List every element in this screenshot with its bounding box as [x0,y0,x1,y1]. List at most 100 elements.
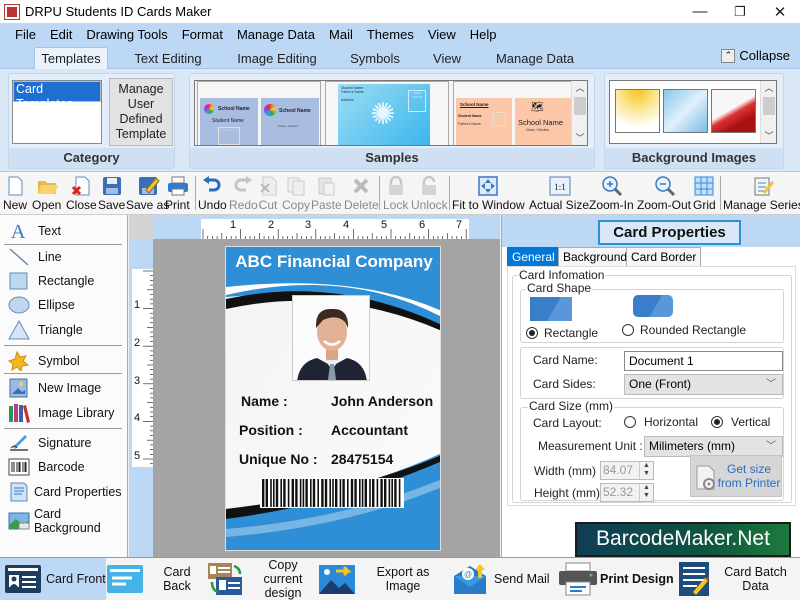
copy-current-design-button[interactable]: Copy current design [206,558,318,600]
tool-new-image[interactable]: New Image [0,376,126,400]
card-batch-data-button[interactable]: Card Batch Data [679,558,800,600]
menu-view[interactable]: View [421,27,463,42]
redo-button[interactable]: Redo [229,174,258,214]
export-as-image-button[interactable]: Export as Image [318,558,446,600]
sample-template-3[interactable]: School Name Student Name Father's Name U… [453,81,573,145]
tool-barcode[interactable]: Barcode [0,455,126,479]
measurement-unit-select[interactable]: Milimeters (mm) ﹀ [644,436,783,457]
save-button[interactable]: Save [98,174,125,214]
tab-templates[interactable]: Templates [34,47,108,69]
background-scrollbar[interactable]: ︿ ﹀ [760,81,776,143]
tool-text[interactable]: A Text [0,219,126,243]
collapse-ribbon-button[interactable]: ⌃ Collapse [721,48,790,63]
card-field-name-label[interactable]: Name : [241,393,288,409]
card-company-title[interactable]: ABC Financial Company [226,252,440,272]
send-mail-button[interactable]: @ Send Mail [452,558,556,600]
manage-series-button[interactable]: Manage Series [723,174,800,214]
tab-general[interactable]: General [507,247,560,266]
scroll-down-icon[interactable]: ﹀ [572,131,587,145]
vertical-radio[interactable] [711,416,723,428]
tool-triangle[interactable]: Triangle [0,318,126,342]
menu-mail[interactable]: Mail [322,27,360,42]
menu-themes[interactable]: Themes [360,27,421,42]
width-spinner[interactable]: 84.07 ▲ ▼ [600,461,654,480]
scroll-thumb[interactable] [574,97,586,115]
scroll-up-icon[interactable]: ︿ [572,81,587,95]
background-thumb-1[interactable] [615,89,660,133]
print-button[interactable]: Print [165,174,190,214]
tool-rectangle[interactable]: Rectangle [0,269,126,293]
tool-line[interactable]: Line [0,245,126,269]
tool-card-properties[interactable]: Card Properties [0,480,126,504]
save-as-button[interactable]: Save as [126,174,169,214]
tab-symbols[interactable]: Symbols [344,47,406,69]
cut-button[interactable]: Cut [258,174,278,214]
card-front-button[interactable]: Card Front [0,558,106,600]
sample-template-1[interactable]: School Name Student Name USER PHOTO Scho… [197,81,321,145]
category-item-card-templates[interactable]: Card Templates [13,81,101,111]
zoom-out-button[interactable]: Zoom-Out [637,174,691,214]
new-button[interactable]: New [3,174,27,214]
tab-view[interactable]: View [426,47,468,69]
tool-symbol[interactable]: Symbol [0,349,126,373]
scroll-down-icon[interactable]: ﹀ [761,129,777,143]
tab-background[interactable]: Background [558,247,633,266]
menu-drawing-tools[interactable]: Drawing Tools [79,27,174,42]
height-spinner[interactable]: 52.32 ▲ ▼ [600,483,654,502]
tool-ellipse[interactable]: Ellipse [0,293,126,317]
sample-template-2[interactable]: Student Name Father's Name Address ✺ USER… [325,81,449,145]
tool-card-background[interactable]: Card Background [0,507,126,535]
card-back-button[interactable]: Card Back [106,558,206,600]
zoom-in-button[interactable]: Zoom-In [589,174,634,214]
lock-button[interactable]: Lock [383,174,408,214]
actual-size-button[interactable]: 1:1 Actual Size [529,174,589,214]
card-field-unique-label[interactable]: Unique No : [239,451,318,467]
copy-button[interactable]: Copy [282,174,310,214]
card-field-unique-value[interactable]: 28475154 [331,451,393,467]
open-button[interactable]: Open [32,174,61,214]
tab-card-border[interactable]: Card Border [626,247,702,266]
grid-button[interactable]: Grid [693,174,716,214]
card-field-position-label[interactable]: Position : [239,422,303,438]
paste-button[interactable]: Paste [311,174,342,214]
card-name-input[interactable]: Document 1 [624,351,783,371]
card-sides-select[interactable]: One (Front) ﹀ [624,374,783,395]
rectangle-shape-preview[interactable] [530,297,572,321]
menu-manage-data[interactable]: Manage Data [230,27,322,42]
scroll-thumb[interactable] [763,97,775,115]
category-list[interactable]: Card Templates User Defined [12,80,102,144]
close-window-button[interactable]: ✕ [760,0,800,23]
background-thumb-2[interactable] [663,89,708,133]
menu-help[interactable]: Help [463,27,504,42]
tool-image-library[interactable]: Image Library [0,401,126,425]
menu-file[interactable]: File [8,27,43,42]
scroll-up-icon[interactable]: ︿ [761,81,777,95]
tab-text-editing[interactable]: Text Editing [128,47,208,69]
horizontal-radio[interactable] [624,416,636,428]
rectangle-radio[interactable] [526,327,538,339]
card-field-name-value[interactable]: John Anderson [331,393,433,409]
manage-user-defined-template-button[interactable]: Manage User Defined Template [109,78,173,146]
employee-photo[interactable] [292,295,370,381]
restore-button[interactable]: ❐ [720,0,760,23]
tab-manage-data[interactable]: Manage Data [492,47,578,69]
menu-edit[interactable]: Edit [43,27,79,42]
spinner-arrows-icon[interactable]: ▲ ▼ [639,484,653,501]
design-canvas[interactable]: 1 2 3 4 5 6 7 1 2 3 4 5 ABC Financial Co… [129,215,500,557]
card-field-position-value[interactable]: Accountant [331,422,408,438]
rounded-rectangle-shape-preview[interactable] [633,295,673,317]
close-button[interactable]: Close [66,174,97,214]
menu-format[interactable]: Format [175,27,230,42]
print-design-button[interactable]: Print Design [558,558,678,600]
spinner-arrows-icon[interactable]: ▲ ▼ [639,462,653,479]
unlock-button[interactable]: Unlock [411,174,448,214]
samples-scrollbar[interactable]: ︿ ﹀ [571,81,587,145]
card-barcode[interactable] [260,478,404,508]
tool-signature[interactable]: Signature [0,431,126,455]
fit-to-window-button[interactable]: Fit to Window [452,174,525,214]
undo-button[interactable]: Undo [198,174,227,214]
tab-image-editing[interactable]: Image Editing [232,47,322,69]
minimize-button[interactable]: — [680,0,720,23]
rounded-rectangle-radio[interactable] [622,324,634,336]
delete-button[interactable]: Delete [344,174,379,214]
